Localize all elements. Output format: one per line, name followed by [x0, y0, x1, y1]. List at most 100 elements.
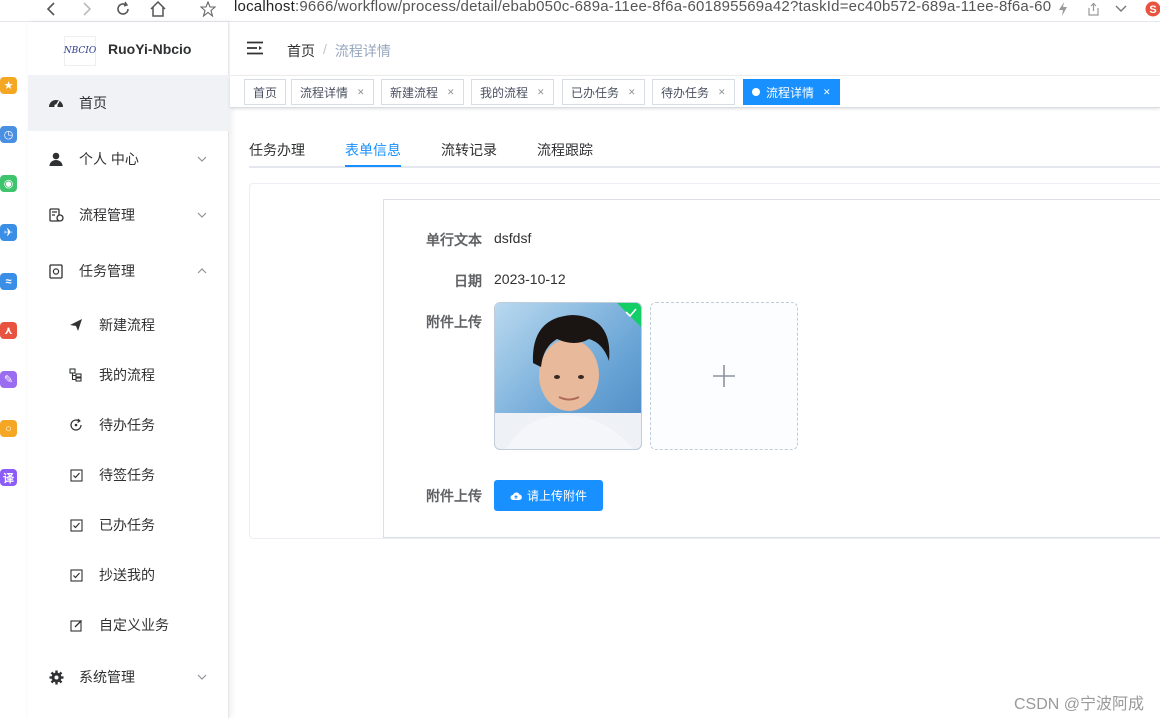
- chevron-down-icon: [196, 671, 208, 683]
- pdf-app-icon[interactable]: ⋏: [0, 322, 17, 339]
- portrait-photo: [495, 303, 641, 449]
- tag-process-detail[interactable]: 流程详情 ✕: [291, 79, 374, 105]
- tags-view: 首页 流程详情 ✕ 新建流程 ✕ 我的流程 ✕ 已办任务 ✕ 待办任务 ✕ 流程详情 ✕: [230, 76, 1160, 108]
- star-app-icon[interactable]: ★: [0, 77, 17, 94]
- sidebar-item-todo-tasks[interactable]: 待办任务: [28, 400, 229, 450]
- sidebar-item-personal-center[interactable]: 个人 中心: [28, 131, 229, 187]
- sidebar-item-label: 抄送我的: [99, 567, 155, 583]
- bookmark-star-icon[interactable]: [199, 0, 217, 18]
- app-title: RuoYi-Nbcio: [108, 41, 192, 57]
- search-app-icon[interactable]: ○: [0, 420, 17, 437]
- back-icon[interactable]: [44, 0, 58, 18]
- send-icon: [68, 317, 84, 333]
- hamburger-icon[interactable]: [246, 41, 264, 57]
- home-icon[interactable]: [148, 0, 168, 18]
- gear-icon: [48, 669, 64, 685]
- translate-app-icon[interactable]: 译: [0, 469, 17, 486]
- tab-active-indicator: [345, 165, 401, 167]
- browser-toolbar: localhost:9666/workflow/process/detail/e…: [0, 0, 1160, 22]
- tag-my-process[interactable]: 我的流程 ✕: [471, 79, 554, 105]
- dashboard-icon: [48, 95, 64, 111]
- sidebar-item-new-process[interactable]: 新建流程: [28, 300, 229, 350]
- tag-todo-tasks[interactable]: 待办任务 ✕: [652, 79, 735, 105]
- breadcrumb: 首页 / 流程详情: [287, 41, 391, 61]
- close-icon[interactable]: ✕: [447, 87, 455, 98]
- svg-text:S: S: [1149, 4, 1156, 16]
- plus-icon: [713, 365, 735, 387]
- forward-icon[interactable]: [80, 0, 94, 18]
- tab-flow-tracking[interactable]: 流程跟踪: [537, 140, 593, 160]
- address-bar[interactable]: localhost:9666/workflow/process/detail/e…: [234, 0, 1051, 15]
- sidebar-item-custom-business[interactable]: 自定义业务: [28, 600, 229, 650]
- upload-button-label: 请上传附件: [526, 489, 587, 503]
- sidebar-logo[interactable]: NBCIO RuoYi-Nbcio: [28, 32, 229, 70]
- sidebar-item-home[interactable]: 首页: [28, 75, 229, 131]
- sidebar-item-label: 自定义业务: [99, 617, 169, 633]
- sidebar-item-sign-tasks[interactable]: 待签任务: [28, 450, 229, 500]
- url-path: :9666/workflow/process/detail/ebab050c-6…: [295, 0, 1052, 15]
- tab-flow-records[interactable]: 流转记录: [441, 140, 497, 160]
- sidebar-item-my-process[interactable]: 我的流程: [28, 350, 229, 400]
- chevron-down-icon: [196, 153, 208, 165]
- uploaded-image-thumbnail[interactable]: [494, 302, 642, 450]
- tab-form-info[interactable]: 表单信息: [345, 140, 401, 160]
- chevron-up-icon: [196, 265, 208, 277]
- url-host: localhost: [234, 0, 296, 15]
- sidebar-item-label: 新建流程: [99, 317, 155, 333]
- plane-app-icon[interactable]: ✈: [0, 224, 17, 241]
- chevron-down-icon[interactable]: [1115, 0, 1127, 18]
- tag-label: 新建流程: [390, 85, 439, 100]
- upload-file-button[interactable]: 请上传附件: [494, 480, 603, 511]
- edit-icon: [68, 617, 84, 633]
- logo-image: NBCIO: [64, 36, 96, 66]
- watermark: CSDN @宁波阿成: [1013, 696, 1144, 713]
- extension-s-icon[interactable]: S: [1145, 0, 1160, 18]
- checkbox-icon: [68, 517, 84, 533]
- sidebar-item-label: 个人 中心: [79, 151, 139, 167]
- sidebar-item-label: 待签任务: [99, 467, 155, 483]
- file-upload-label: 附件上传: [426, 488, 482, 504]
- sidebar-item-label: 流程管理: [79, 207, 135, 223]
- clock-app-icon[interactable]: ◷: [0, 126, 17, 143]
- pen-app-icon[interactable]: ✎: [0, 371, 17, 388]
- sidebar-item-label: 首页: [79, 95, 107, 111]
- text-field-label: 单行文本: [426, 232, 482, 248]
- tab-task-handling[interactable]: 任务办理: [249, 140, 305, 160]
- close-icon[interactable]: ✕: [537, 87, 545, 98]
- upload-add-button[interactable]: [650, 302, 798, 450]
- tag-label: 首页: [253, 85, 278, 100]
- close-icon[interactable]: ✕: [718, 87, 726, 98]
- task-icon: [48, 263, 64, 279]
- tag-new-process[interactable]: 新建流程 ✕: [381, 79, 464, 105]
- tag-process-detail-active[interactable]: 流程详情 ✕: [743, 79, 840, 105]
- sidebar-item-cc-me[interactable]: 抄送我的: [28, 550, 229, 600]
- sidebar-item-task-management[interactable]: 任务管理: [28, 243, 229, 299]
- checkbox-icon: [68, 467, 84, 483]
- date-field-label: 日期: [454, 273, 482, 289]
- close-icon[interactable]: ✕: [357, 87, 365, 98]
- lightning-icon[interactable]: [1058, 0, 1068, 18]
- sidebar-item-done-tasks[interactable]: 已办任务: [28, 500, 229, 550]
- sidebar-item-label: 待办任务: [99, 417, 155, 433]
- sidebar-item-process-management[interactable]: 流程管理: [28, 187, 229, 243]
- sidebar-item-label: 任务管理: [79, 263, 135, 279]
- tag-label: 已办任务: [571, 85, 620, 100]
- breadcrumb-home[interactable]: 首页: [287, 41, 315, 61]
- tag-home[interactable]: 首页: [244, 79, 287, 105]
- wechat-app-icon[interactable]: ◉: [0, 175, 17, 192]
- tag-label: 流程详情: [766, 85, 815, 100]
- extension-strip: ★ ◷ ◉ ✈ ≈ ⋏ ✎ ○ 译: [0, 22, 28, 718]
- sidebar-item-label: 系统管理: [79, 669, 135, 685]
- tag-done-tasks[interactable]: 已办任务 ✕: [562, 79, 645, 105]
- sidebar-item-label: 我的流程: [99, 367, 155, 383]
- close-icon[interactable]: ✕: [823, 87, 831, 98]
- share-icon[interactable]: [1087, 0, 1100, 18]
- chevron-down-icon: [196, 209, 208, 221]
- cloud-upload-icon: [510, 492, 522, 500]
- breadcrumb-separator: /: [323, 41, 327, 57]
- wave-app-icon[interactable]: ≈: [0, 273, 17, 290]
- sidebar-item-system-management[interactable]: 系统管理: [28, 649, 229, 705]
- close-icon[interactable]: ✕: [628, 87, 636, 98]
- reload-icon[interactable]: [114, 0, 132, 18]
- breadcrumb-current: 流程详情: [334, 43, 391, 59]
